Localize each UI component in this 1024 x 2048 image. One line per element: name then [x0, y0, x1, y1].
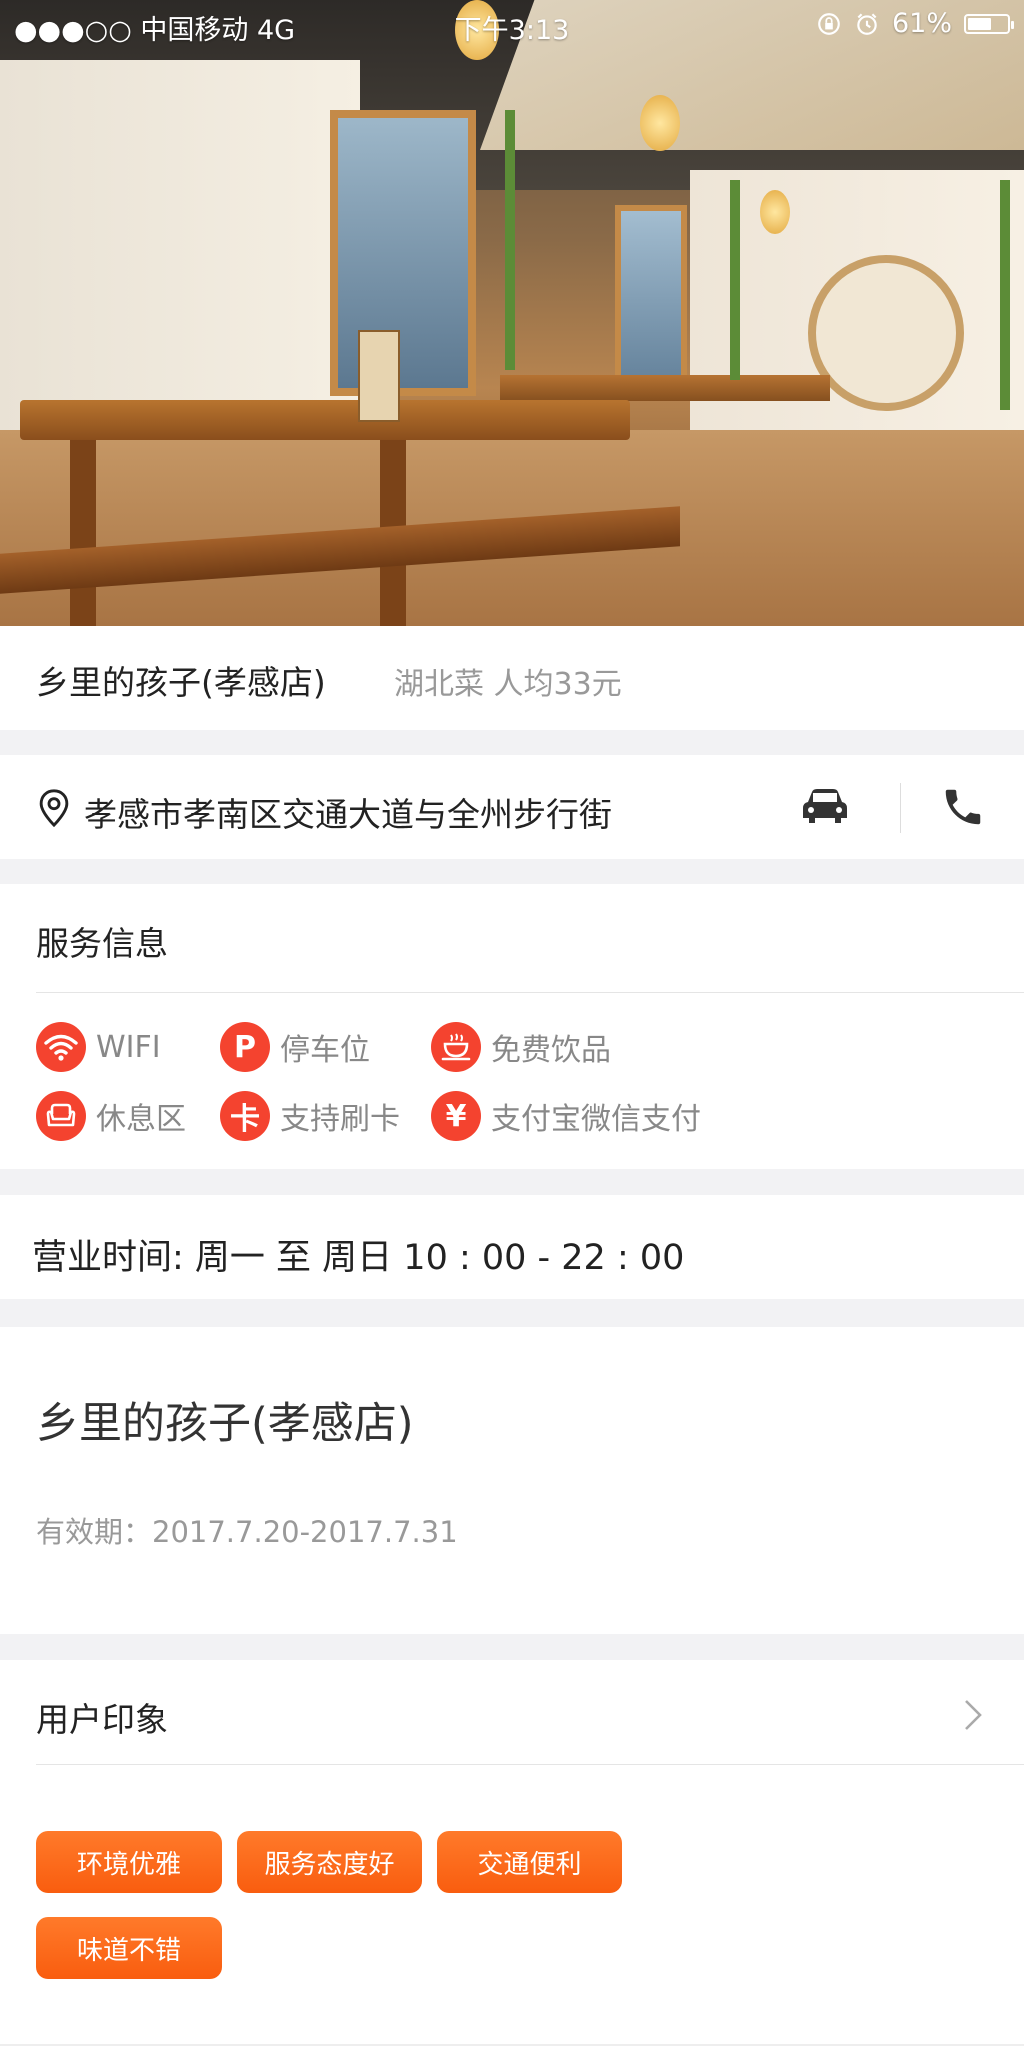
rotation-lock-icon: [818, 12, 840, 35]
location-pin-icon: [39, 789, 69, 828]
service-info-title: 服务信息: [36, 924, 168, 963]
shop-name: 乡里的孩子(孝感店): [36, 663, 326, 702]
deal-validity: 有效期：2017.7.20-2017.7.31: [36, 1515, 458, 1549]
alarm-icon: [857, 12, 877, 35]
phone-icon[interactable]: [940, 784, 986, 830]
service-label: WIFI: [96, 1029, 161, 1065]
business-hours: 营业时间: 周一 至 周日 10 : 00 - 22 : 00: [32, 1238, 685, 1278]
service-item-mobile-payment: ¥ 支付宝微信支付: [431, 1091, 701, 1141]
service-item-free-drinks: 免费饮品: [431, 1022, 611, 1072]
service-label: 休息区: [96, 1102, 186, 1137]
wifi-icon: [36, 1022, 86, 1072]
status-bar: ●●●○○ 中国移动 4G 下午3:13 61%: [0, 0, 1024, 50]
service-label: 支持刷卡: [280, 1102, 400, 1137]
divider: [36, 1764, 1024, 1765]
car-icon[interactable]: [800, 786, 850, 826]
impression-tag[interactable]: 交通便利: [437, 1831, 622, 1893]
service-label: 停车位: [280, 1033, 370, 1068]
service-label: 免费饮品: [491, 1033, 611, 1068]
card-icon: 卡: [220, 1091, 270, 1141]
impression-tag[interactable]: 服务态度好: [237, 1831, 422, 1893]
shop-cuisine-price: 湖北菜 人均33元: [394, 667, 622, 702]
deal-title: 乡里的孩子(孝感店): [36, 1399, 414, 1449]
deal-section: [0, 1327, 1024, 1634]
divider: [0, 2044, 1024, 2046]
address-text[interactable]: 孝感市孝南区交通大道与全州步行街: [84, 788, 612, 836]
service-item-card-payment: 卡 支持刷卡: [220, 1091, 400, 1141]
service-item-wifi: WIFI: [36, 1022, 161, 1072]
service-label: 支付宝微信支付: [491, 1102, 701, 1137]
battery-percent: 61%: [891, 8, 952, 39]
service-item-parking: P 停车位: [220, 1022, 370, 1072]
service-item-rest-area: 休息区: [36, 1091, 186, 1141]
divider: [900, 783, 901, 833]
battery-icon: [964, 13, 1014, 34]
divider: [36, 992, 1024, 993]
parking-icon: P: [220, 1022, 270, 1072]
sofa-icon: [36, 1091, 86, 1141]
user-impression-title[interactable]: 用户印象: [36, 1693, 168, 1741]
cup-icon: [431, 1022, 481, 1072]
impression-tag[interactable]: 味道不错: [36, 1917, 222, 1979]
yuan-icon: ¥: [431, 1091, 481, 1141]
chevron-right-icon[interactable]: [962, 1698, 984, 1732]
impression-tag[interactable]: 环境优雅: [36, 1831, 222, 1893]
restaurant-photo: [0, 0, 1024, 626]
